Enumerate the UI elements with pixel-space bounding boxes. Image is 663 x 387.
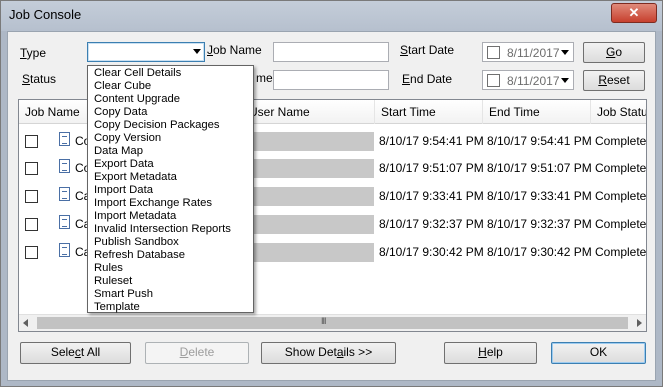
column-header-job-status[interactable]: Job Status [591,100,646,124]
column-header-start-time[interactable]: Start Time [375,100,483,124]
end-time-cell: 8/10/17 9:32:37 PM [487,217,592,231]
job-status-cell: Completed [595,134,647,148]
type-option[interactable]: Copy Decision Packages [94,119,220,132]
type-combobox[interactable] [87,42,205,62]
scrollbar-thumb[interactable] [37,317,628,329]
job-name-input[interactable] [273,42,389,62]
end-time-cell: 8/10/17 9:51:07 PM [487,161,592,175]
reset-button[interactable]: Reset [583,70,645,91]
row-checkbox[interactable] [25,162,38,175]
status-label: Status [22,72,57,86]
job-status-cell: Completed [595,217,647,231]
user-name-cell-redacted [249,215,374,234]
type-option[interactable]: Content Upgrade [94,93,180,106]
user-name-cell-redacted [249,132,374,151]
end-time-cell: 8/10/17 9:33:41 PM [487,189,592,203]
chevron-down-icon[interactable] [561,50,569,55]
start-date-picker[interactable]: 8/11/2017 [482,42,574,62]
show-details-button[interactable]: Show Details >> [261,342,396,364]
type-option[interactable]: Clear Cell Details [94,67,181,80]
type-option[interactable]: Export Data [94,158,154,171]
scrollbar-grip: III [321,316,326,326]
user-name-label: me [256,71,273,85]
start-time-cell: 8/10/17 9:30:42 PM [379,245,484,259]
job-name-label: Job Name [207,43,262,57]
type-option[interactable]: Publish Sandbox [94,236,179,249]
type-option[interactable]: Smart Push [94,288,153,301]
start-time-cell: 8/10/17 9:51:07 PM [379,161,484,175]
type-option[interactable]: Import Metadata [94,210,176,223]
window-title: Job Console [9,7,82,22]
document-icon [59,132,70,146]
end-time-cell: 8/10/17 9:30:42 PM [487,245,592,259]
user-name-cell-redacted [249,187,374,206]
document-icon [59,243,70,257]
start-time-cell: 8/10/17 9:54:41 PM [379,134,484,148]
ok-button[interactable]: OK [551,342,646,364]
scroll-left-icon[interactable] [23,319,28,327]
document-icon [59,215,70,229]
type-option[interactable]: Import Exchange Rates [94,197,212,210]
go-button[interactable]: Go [583,42,645,63]
close-button[interactable]: ✕ [611,3,657,23]
type-option[interactable]: Refresh Database [94,249,185,262]
user-name-cell-redacted [249,159,374,178]
start-date-checkbox[interactable] [487,46,500,59]
delete-button[interactable]: Delete [145,342,249,364]
type-option[interactable]: Template [94,301,140,314]
row-checkbox[interactable] [25,135,38,148]
row-checkbox[interactable] [25,218,38,231]
type-option[interactable]: Copy Data [94,106,147,119]
end-date-checkbox[interactable] [487,74,500,87]
start-time-cell: 8/10/17 9:33:41 PM [379,189,484,203]
start-date-label: Start Date [400,43,455,57]
end-date-picker[interactable]: 8/11/2017 [482,70,574,90]
start-time-cell: 8/10/17 9:32:37 PM [379,217,484,231]
dialog-body: Type Job Name Start Date 8/11/2017 Go St… [7,31,656,381]
type-option[interactable]: Import Data [94,184,153,197]
type-option[interactable]: Copy Version [94,132,161,145]
scroll-right-icon[interactable] [637,319,642,327]
type-dropdown-list: Clear Cell Details Clear Cube Content Up… [87,65,254,313]
end-date-value: 8/11/2017 [507,74,560,88]
end-date-label: End Date [402,72,453,86]
document-icon [59,159,70,173]
job-status-cell: Completed [595,245,647,259]
horizontal-scrollbar[interactable]: III [19,314,646,331]
type-option[interactable]: Invalid Intersection Reports [94,223,231,236]
user-name-cell-redacted [249,243,374,262]
column-header-end-time[interactable]: End Time [483,100,591,124]
column-header-user-name[interactable]: User Name [243,100,375,124]
row-checkbox[interactable] [25,246,38,259]
start-date-value: 8/11/2017 [507,46,560,60]
type-option[interactable]: Export Metadata [94,171,177,184]
type-label: Type [20,46,47,60]
chevron-down-icon[interactable] [193,49,201,54]
type-option[interactable]: Data Map [94,145,143,158]
document-icon [59,187,70,201]
end-time-cell: 8/10/17 9:54:41 PM [487,134,592,148]
job-status-cell: Completed [595,189,647,203]
user-name-input[interactable] [273,70,389,90]
select-all-button[interactable]: Select All [20,342,131,364]
type-option[interactable]: Ruleset [94,275,132,288]
type-option[interactable]: Rules [94,262,123,275]
job-console-window: Job Console ✕ Type Job Name Start Date 8… [0,0,663,387]
title-bar: Job Console ✕ [1,1,662,31]
type-option[interactable]: Clear Cube [94,80,151,93]
help-button[interactable]: Help [444,342,537,364]
chevron-down-icon[interactable] [561,78,569,83]
job-status-cell: Completed [595,161,647,175]
row-checkbox[interactable] [25,190,38,203]
